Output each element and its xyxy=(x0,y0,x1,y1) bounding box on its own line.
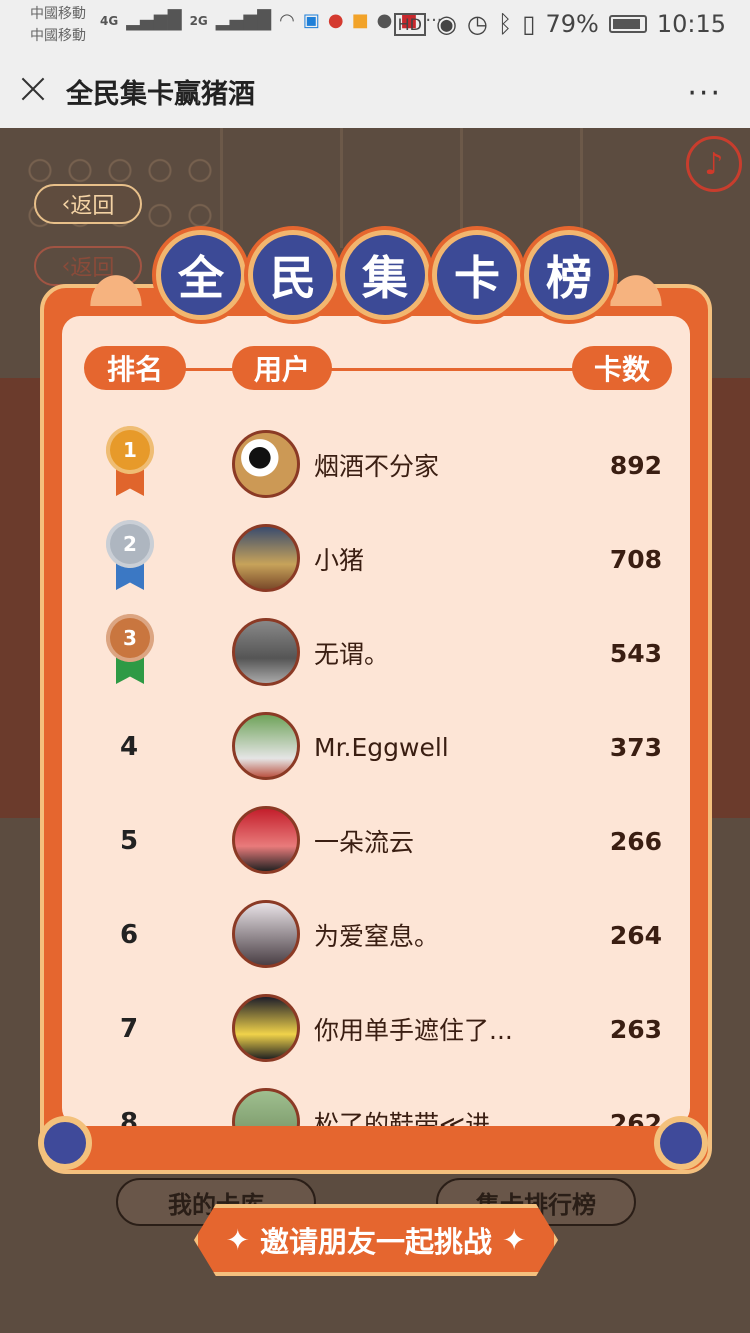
background-side-panel-right xyxy=(708,378,750,818)
card-count: 262 xyxy=(609,1108,662,1127)
avatar xyxy=(232,618,300,686)
rank-number: 4 xyxy=(119,732,139,762)
rank-number: 7 xyxy=(119,1014,139,1044)
close-icon[interactable] xyxy=(20,76,46,102)
app-notification-icon: ● xyxy=(327,10,344,31)
clock: 10:15 xyxy=(656,10,726,38)
status-bar: 中國移動 中國移動 4G ▂▄▆█ 2G ▂▄▆█ ◠ ▣ ● ■ ● ■ ··… xyxy=(0,0,750,52)
background-side-panel-left xyxy=(0,378,42,818)
title-char: 全 xyxy=(156,230,246,320)
network-2g-label: 2G xyxy=(189,13,208,28)
sparkle-icon: ✦ xyxy=(225,1223,250,1257)
card-count: 264 xyxy=(609,920,662,950)
user-name: 小猪 xyxy=(314,546,365,575)
wifi-icon: ◠ xyxy=(279,10,295,31)
medal-rank: 2 xyxy=(106,520,154,568)
leaderboard-title: 全 民 集 卡 榜 xyxy=(156,230,614,320)
gold-medal-icon: 1 xyxy=(106,426,154,498)
leaderboard-modal: 排名 用户 卡数 1 烟酒不分家 892 2 小猪 708 3 无谓。 543 4 Mr.Eggwe… xyxy=(40,284,712,1174)
corner-ornament-right xyxy=(654,1116,708,1170)
title-char: 集 xyxy=(340,230,430,320)
avatar xyxy=(232,806,300,874)
avatar xyxy=(232,900,300,968)
card-count: 892 xyxy=(609,450,662,480)
invite-label: 邀请朋友一起挑战 xyxy=(259,1225,492,1259)
rank-number: 5 xyxy=(119,826,139,856)
leaderboard-row: 6 为爱窒息。 264 xyxy=(62,888,690,982)
leaderboard-row: 5 一朵流云 266 xyxy=(62,794,690,888)
leaderboard-row: 4 Mr.Eggwell 373 xyxy=(62,700,690,794)
cards-header: 卡数 xyxy=(572,346,672,390)
leaderboard-row: 7 你用单手遮住了... 263 xyxy=(62,982,690,1076)
title-char: 卡 xyxy=(432,230,522,320)
medal-rank: 1 xyxy=(106,426,154,474)
music-icon[interactable]: ♪ xyxy=(686,136,742,192)
avatar xyxy=(232,712,300,780)
user-header: 用户 xyxy=(232,346,332,390)
page-title: 全民集卡赢猪酒 xyxy=(66,79,255,110)
carrier-2: 中國移動 xyxy=(30,28,86,44)
back-button[interactable]: ‹ 返回 xyxy=(34,184,142,224)
leaderboard-row: 1 烟酒不分家 892 xyxy=(62,418,690,512)
title-char: 民 xyxy=(248,230,338,320)
avatar xyxy=(232,994,300,1062)
title-char: 榜 xyxy=(524,230,614,320)
user-name: 烟酒不分家 xyxy=(314,452,440,481)
user-name: 你用单手遮住了... xyxy=(314,1016,513,1045)
user-name: 松了的鞋带≪进 xyxy=(314,1110,491,1126)
hd-icon: HD xyxy=(393,12,426,36)
status-right: HD ◉ ◷ ᛒ ▯ 79% 10:15 xyxy=(393,10,726,38)
chevron-left-icon: ‹ xyxy=(61,253,71,279)
user-name: 无谓。 xyxy=(314,640,390,669)
carrier-1: 中國移動 xyxy=(30,6,86,22)
bronze-medal-icon: 3 xyxy=(106,614,154,686)
user-name: Mr.Eggwell xyxy=(314,732,449,762)
chat-icon: ● xyxy=(376,10,393,31)
more-menu-icon[interactable]: ··· xyxy=(687,76,722,111)
silver-medal-icon: 2 xyxy=(106,520,154,592)
card-count: 708 xyxy=(609,544,662,574)
signal-icon-2: ▂▄▆█ xyxy=(215,10,272,31)
leaderboard-row: 8 松了的鞋带≪进 262 xyxy=(62,1076,690,1126)
card-count: 263 xyxy=(609,1014,662,1044)
card-count: 373 xyxy=(609,732,662,762)
network-4g-label: 4G xyxy=(100,13,119,28)
sparkle-icon: ✦ xyxy=(502,1223,527,1257)
shield-icon: ▣ xyxy=(302,10,320,31)
chevron-left-icon: ‹ xyxy=(61,191,71,217)
title-decoration-right xyxy=(606,270,666,306)
card-count: 266 xyxy=(609,826,662,856)
battery-percent: 79% xyxy=(545,10,599,38)
signal-icon: ▂▄▆█ xyxy=(126,10,182,31)
avatar xyxy=(232,430,300,498)
avatar xyxy=(232,524,300,592)
rank-number: 8 xyxy=(119,1108,139,1126)
battery-icon xyxy=(608,15,647,33)
eye-icon: ◉ xyxy=(435,10,457,38)
card-count: 543 xyxy=(609,638,662,668)
title-bar: 全民集卡赢猪酒 ··· xyxy=(0,52,750,128)
alarm-icon: ◷ xyxy=(466,10,488,38)
leaderboard-row: 3 无谓。 543 xyxy=(62,606,690,700)
invite-friends-button[interactable]: ✦ 邀请朋友一起挑战 ✦ xyxy=(194,1204,558,1276)
bluetooth-icon: ᛒ xyxy=(497,10,513,38)
vibrate-icon: ▯ xyxy=(522,10,536,38)
rank-header: 排名 xyxy=(84,346,186,390)
app-notification-icon-2: ■ xyxy=(351,10,369,31)
user-name: 为爱窒息。 xyxy=(314,922,440,951)
avatar xyxy=(232,1088,300,1126)
back-label: 返回 xyxy=(70,194,115,219)
title-decoration-left xyxy=(86,270,146,306)
leaderboard-row: 2 小猪 708 xyxy=(62,512,690,606)
corner-ornament-left xyxy=(38,1116,92,1170)
header-divider xyxy=(122,368,642,371)
user-name: 一朵流云 xyxy=(314,828,415,857)
medal-rank: 3 xyxy=(106,614,154,662)
leaderboard-panel: 排名 用户 卡数 1 烟酒不分家 892 2 小猪 708 3 无谓。 543 4 Mr.Eggwe… xyxy=(62,316,690,1126)
status-icons: 4G ▂▄▆█ 2G ▂▄▆█ ◠ ▣ ● ■ ● ■ ··· xyxy=(100,10,443,31)
rank-number: 6 xyxy=(119,920,139,950)
